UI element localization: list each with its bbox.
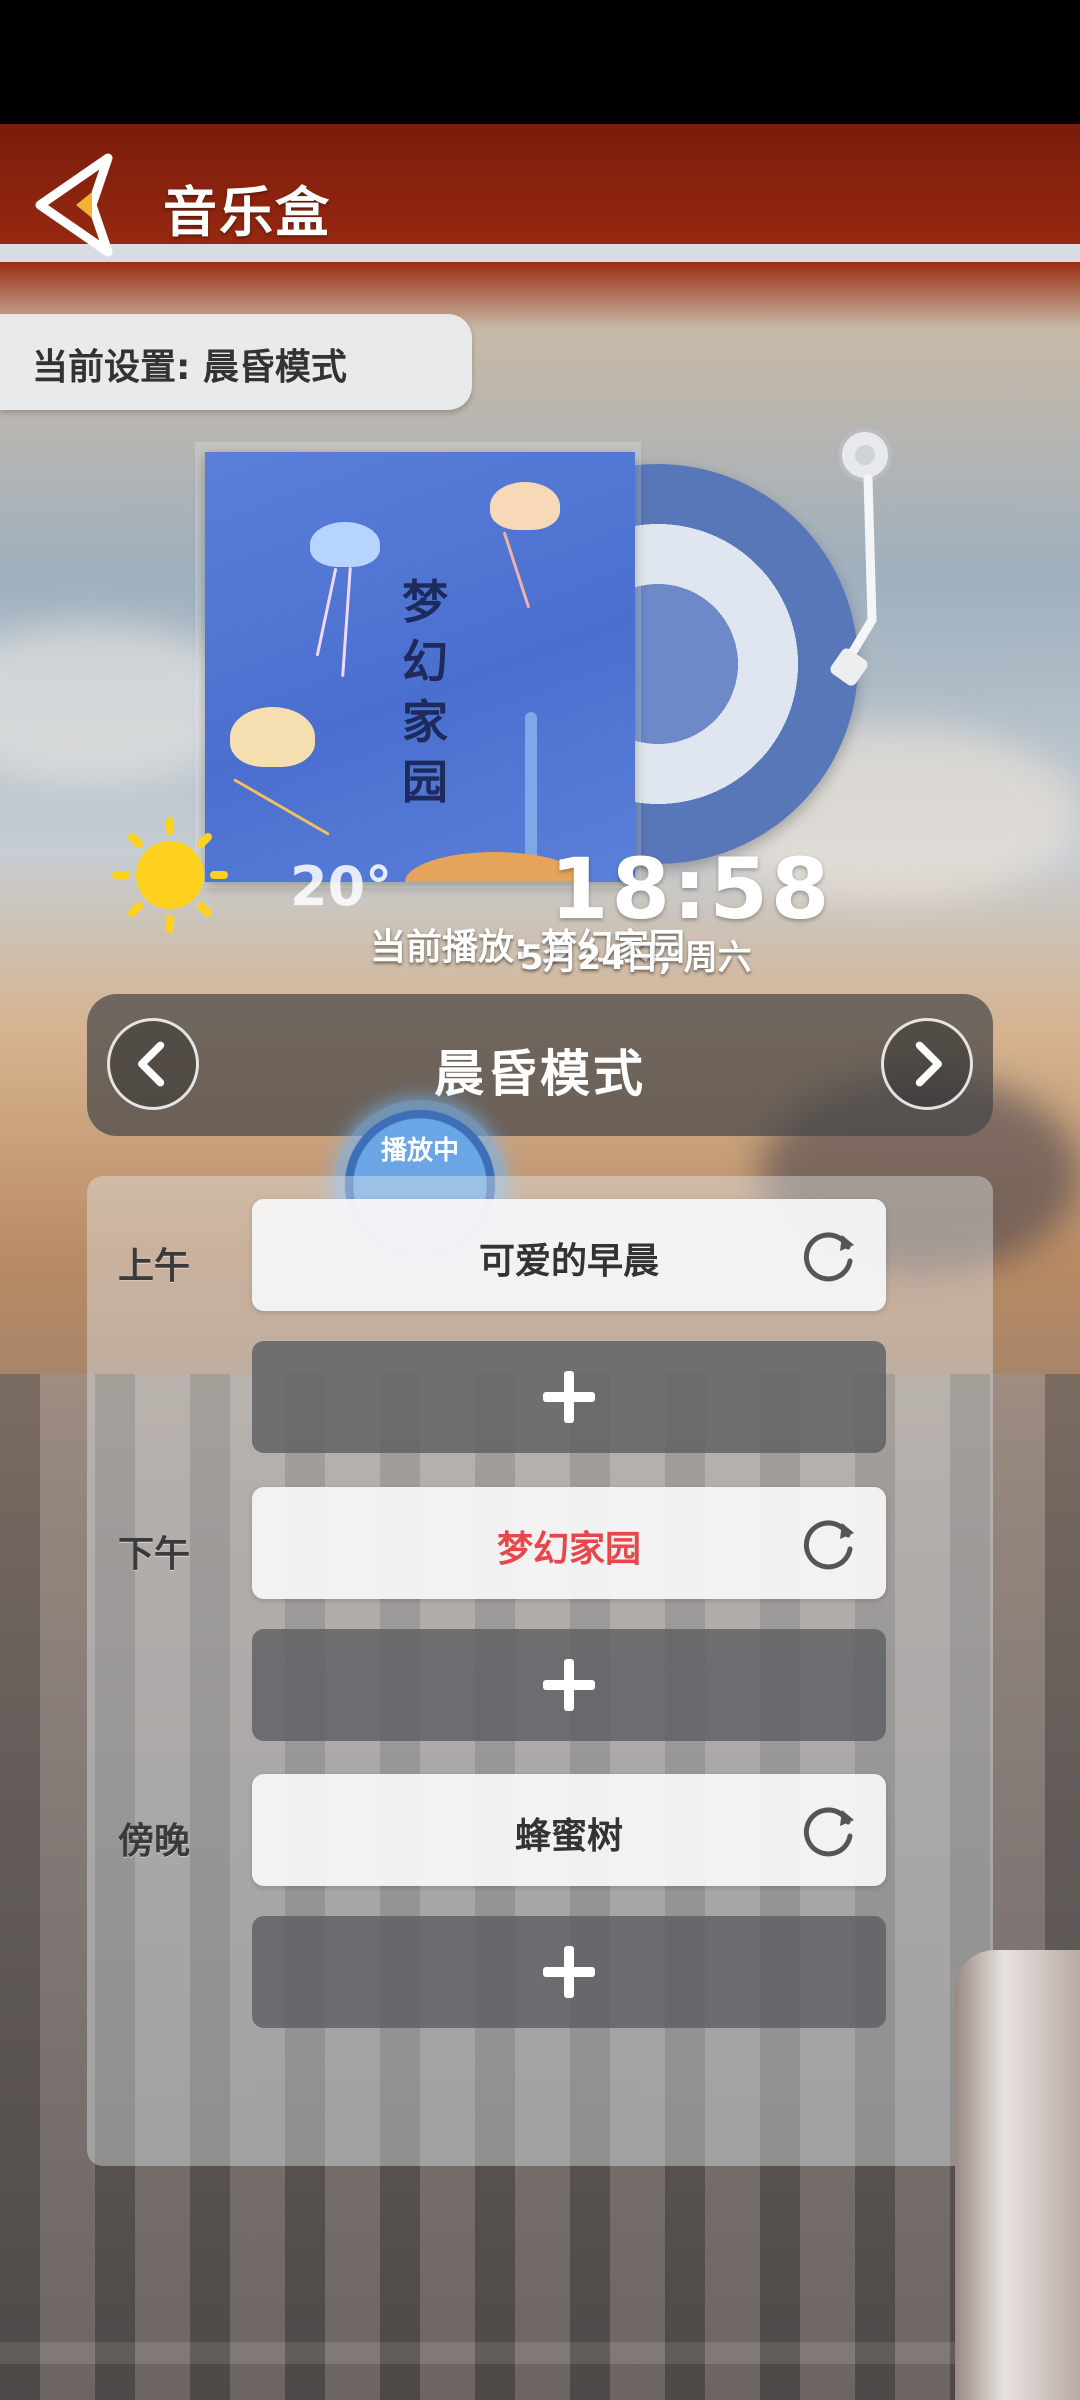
song-row-morning[interactable]: 可爱的早晨 [252, 1199, 886, 1311]
song-title: 可爱的早晨 [478, 1241, 659, 1282]
refresh-icon [803, 1232, 854, 1282]
back-arrow-icon [35, 153, 113, 257]
mode-selector: 晨昏模式 [87, 994, 993, 1136]
song-row-evening[interactable]: 蜂蜜树 [252, 1774, 886, 1886]
song-row-afternoon[interactable]: 梦幻家园 [252, 1487, 886, 1599]
time-slot-label-evening: 傍晚 [118, 1821, 191, 1862]
plus-icon [543, 1371, 595, 1423]
temperature: 20° [290, 855, 393, 918]
refresh-song-button[interactable] [798, 1513, 858, 1573]
jellyfish-art-3 [230, 707, 315, 767]
add-song-button-afternoon[interactable] [252, 1629, 886, 1741]
playing-badge-label: 播放中 [380, 1136, 459, 1166]
next-mode-button[interactable] [881, 1018, 973, 1110]
album-cover-title: 梦幻家园 [402, 575, 448, 809]
refresh-icon [803, 1520, 854, 1570]
jellyfish-art [310, 522, 380, 567]
add-song-button-evening[interactable] [252, 1916, 886, 2028]
add-song-button-morning[interactable] [252, 1341, 886, 1453]
album-cover[interactable]: 梦幻家园 [205, 452, 635, 882]
time-slot-label-afternoon: 下午 [118, 1534, 191, 1575]
jellyfish-art-2 [490, 482, 560, 530]
plus-icon [543, 1946, 595, 1998]
back-button[interactable] [30, 150, 120, 260]
refresh-song-button[interactable] [798, 1225, 858, 1285]
refresh-icon [803, 1807, 854, 1857]
date-text: 5月24日, 周六 [520, 938, 752, 978]
tonearm-icon [830, 428, 892, 686]
status-bar [0, 0, 1080, 124]
time-slot-label-morning: 上午 [118, 1246, 191, 1287]
decorative-corner-object [955, 1950, 1080, 2400]
refresh-song-button[interactable] [798, 1800, 858, 1860]
current-setting-label: 当前设置: 晨昏模式 [32, 347, 347, 388]
song-title: 蜂蜜树 [514, 1816, 623, 1857]
plus-icon [543, 1659, 595, 1711]
current-setting-badge: 当前设置: 晨昏模式 [0, 314, 472, 410]
song-title-playing: 梦幻家园 [496, 1529, 641, 1570]
page-title: 音乐盒 [163, 181, 331, 244]
chevron-right-icon [915, 1041, 942, 1087]
sun-weather-icon [112, 817, 228, 933]
mode-label: 晨昏模式 [434, 1045, 646, 1103]
